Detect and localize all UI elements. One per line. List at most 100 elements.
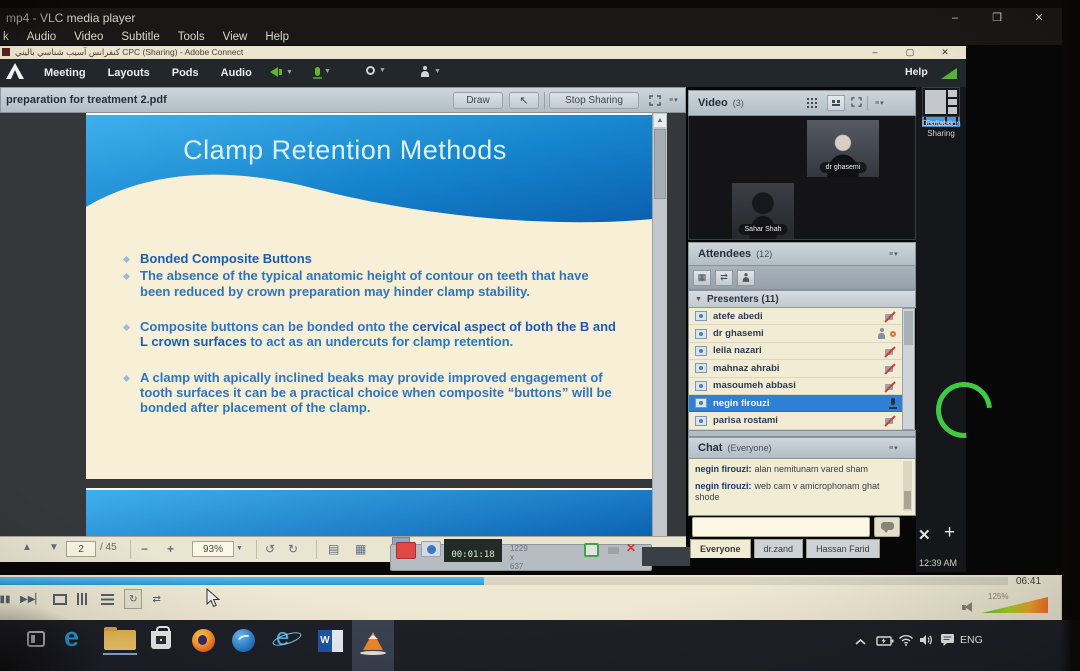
task-view-icon[interactable] bbox=[27, 631, 45, 647]
attendee-row[interactable]: atefe abedi bbox=[689, 308, 902, 325]
ac-maximize-button[interactable]: ▢ bbox=[901, 46, 919, 59]
attendee-list-view-icon[interactable]: ▦ bbox=[693, 270, 711, 286]
vlc-menu-item[interactable]: Video bbox=[74, 31, 103, 43]
share-fullscreen-icon[interactable] bbox=[649, 93, 661, 111]
attendee-row[interactable]: negin firouzi bbox=[689, 395, 902, 412]
vlc-menu-item[interactable]: Tools bbox=[178, 31, 205, 43]
firefox-icon[interactable] bbox=[192, 629, 215, 652]
shared-document-area[interactable]: Clamp Retention Methods Bonded Composite… bbox=[0, 113, 686, 536]
zoom-caret-icon[interactable]: ▼ bbox=[236, 545, 243, 552]
scrollbar-thumb[interactable] bbox=[654, 129, 666, 199]
vlc-minimize-button[interactable]: – bbox=[944, 11, 966, 26]
scroll-up-button[interactable]: ▲ bbox=[654, 114, 666, 127]
attendees-pod-menu-icon[interactable]: ≡▾ bbox=[889, 250, 899, 258]
chat-send-button[interactable] bbox=[874, 517, 900, 537]
grid-view-icon[interactable] bbox=[807, 98, 818, 109]
draw-button[interactable]: Draw bbox=[453, 92, 503, 109]
vlc-close-button[interactable]: ✕ bbox=[1028, 11, 1050, 26]
record-snapshot-button[interactable] bbox=[421, 541, 441, 557]
word-icon[interactable]: W bbox=[318, 630, 343, 652]
tray-speaker-icon[interactable] bbox=[919, 633, 934, 651]
microsoft-store-icon[interactable] bbox=[151, 631, 171, 649]
filmstrip-view-icon[interactable] bbox=[827, 95, 845, 111]
ac-minimize-button[interactable]: – bbox=[866, 46, 884, 59]
battery-icon[interactable] bbox=[876, 633, 894, 651]
page-down-button[interactable]: ▼ bbox=[49, 542, 59, 553]
chat-scrollbar[interactable] bbox=[903, 461, 912, 511]
chat-tab[interactable]: Everyone bbox=[690, 539, 751, 558]
vlc-menu-item[interactable]: Subtitle bbox=[121, 31, 159, 43]
page-up-button[interactable]: ▲ bbox=[22, 542, 32, 553]
video-pod-menu-icon[interactable]: ≡▾ bbox=[875, 99, 885, 107]
record-region-button[interactable] bbox=[584, 543, 599, 557]
attendee-row[interactable]: masoumeh abbasi bbox=[689, 378, 902, 395]
connection-strength-icon[interactable] bbox=[941, 68, 957, 79]
chat-pod-menu-icon[interactable]: ≡▾ bbox=[889, 444, 899, 452]
file-explorer-icon[interactable] bbox=[104, 630, 136, 650]
next-media-icon[interactable]: ▶▶▏ bbox=[20, 589, 43, 609]
chat-input-field[interactable] bbox=[692, 517, 870, 537]
tray-chevron-up-icon[interactable] bbox=[855, 633, 866, 651]
document-scrollbar[interactable]: ▲ bbox=[652, 113, 667, 536]
attendee-status-view-icon[interactable] bbox=[737, 270, 755, 286]
ac-help-menu[interactable]: Help bbox=[905, 66, 928, 78]
layout-button[interactable]: Collabo.. bbox=[922, 87, 960, 128]
redo-icon[interactable]: ↻ bbox=[288, 542, 298, 556]
vlc-seek-bar[interactable] bbox=[0, 577, 1008, 585]
ac-menu-item[interactable]: Meeting bbox=[44, 67, 86, 79]
chat-tab[interactable]: dr.zand bbox=[754, 539, 804, 558]
recorder-close-button[interactable]: ✕ bbox=[626, 541, 636, 555]
loop-icon[interactable]: ↻ bbox=[124, 589, 142, 609]
play-button-fragment[interactable]: ▮▮ bbox=[0, 589, 10, 609]
presenters-group-header[interactable]: ▼ Presenters (11) bbox=[688, 290, 916, 308]
zoom-out-button[interactable]: − bbox=[141, 542, 148, 556]
attendee-row[interactable]: dr ghasemi bbox=[689, 325, 902, 342]
recorder-minimize-button[interactable] bbox=[608, 547, 619, 554]
notification-message-icon[interactable] bbox=[940, 633, 955, 651]
webcam-status-icon[interactable]: ▼ bbox=[366, 66, 386, 75]
ac-menu-item[interactable]: Layouts bbox=[108, 67, 150, 79]
undo-icon[interactable]: ↺ bbox=[265, 542, 275, 556]
webcam-tile[interactable]: Sahar Shah bbox=[732, 183, 794, 239]
playlist-icon[interactable] bbox=[101, 589, 114, 609]
page-number-input[interactable]: 2 bbox=[66, 541, 96, 557]
record-stop-button[interactable] bbox=[396, 542, 416, 559]
microphone-status-icon[interactable]: ▼ bbox=[315, 67, 331, 76]
vlc-taskbar-button[interactable] bbox=[352, 620, 394, 671]
share-pod-menu-icon[interactable]: ≡▾ bbox=[669, 96, 679, 104]
volume-control[interactable]: 125% bbox=[962, 597, 1048, 613]
zoom-level-select[interactable]: 93% bbox=[192, 541, 234, 557]
extended-settings-icon[interactable] bbox=[77, 589, 91, 609]
speaker-status-icon[interactable]: ▼ bbox=[270, 67, 293, 77]
attendee-row[interactable]: leila nazari bbox=[689, 343, 902, 360]
video-pod-fullscreen-icon[interactable] bbox=[851, 94, 862, 112]
add-layout-icon[interactable]: + bbox=[944, 522, 955, 544]
edge-icon[interactable]: e bbox=[64, 622, 79, 653]
pointer-tool-button[interactable]: ↖ bbox=[509, 92, 539, 109]
attendee-row[interactable]: parisa rostami bbox=[689, 412, 902, 429]
close-layout-icon[interactable]: ✕ bbox=[918, 526, 931, 544]
vlc-menu-item[interactable]: View bbox=[223, 31, 248, 43]
wifi-icon[interactable] bbox=[898, 633, 914, 651]
webcam-tile[interactable]: dr ghasemi bbox=[807, 120, 879, 177]
breakout-view-icon[interactable]: ⇄ bbox=[715, 270, 733, 286]
ac-menu-item[interactable]: Audio bbox=[221, 67, 252, 79]
fullscreen-toggle-icon[interactable] bbox=[53, 589, 67, 609]
raise-hand-status-icon[interactable]: ▼ bbox=[420, 66, 441, 77]
attendee-row[interactable]: mahnaz ahrabi bbox=[689, 360, 902, 377]
thumbnails-view-icon[interactable]: ▦ bbox=[355, 542, 366, 556]
ac-close-button[interactable]: ✕ bbox=[936, 46, 954, 59]
vlc-menu-item[interactable]: k bbox=[3, 31, 9, 43]
chat-tab[interactable]: Hassan Farid bbox=[806, 539, 880, 558]
language-indicator[interactable]: ENG bbox=[960, 634, 983, 646]
vlc-menu-item[interactable]: Audio bbox=[27, 31, 56, 43]
attendees-scrollbar[interactable] bbox=[902, 308, 915, 430]
ac-menu-item[interactable]: Pods bbox=[172, 67, 199, 79]
vlc-menu-item[interactable]: Help bbox=[265, 31, 289, 43]
document-view-icon[interactable]: ▤ bbox=[328, 542, 339, 556]
zoom-in-button[interactable]: + bbox=[167, 542, 174, 556]
vlc-maximize-button[interactable]: ❐ bbox=[986, 11, 1008, 26]
stop-sharing-button[interactable]: Stop Sharing bbox=[549, 92, 639, 109]
blue-circle-app-icon[interactable] bbox=[232, 629, 255, 652]
shuffle-icon[interactable]: ⇄ bbox=[152, 589, 160, 609]
